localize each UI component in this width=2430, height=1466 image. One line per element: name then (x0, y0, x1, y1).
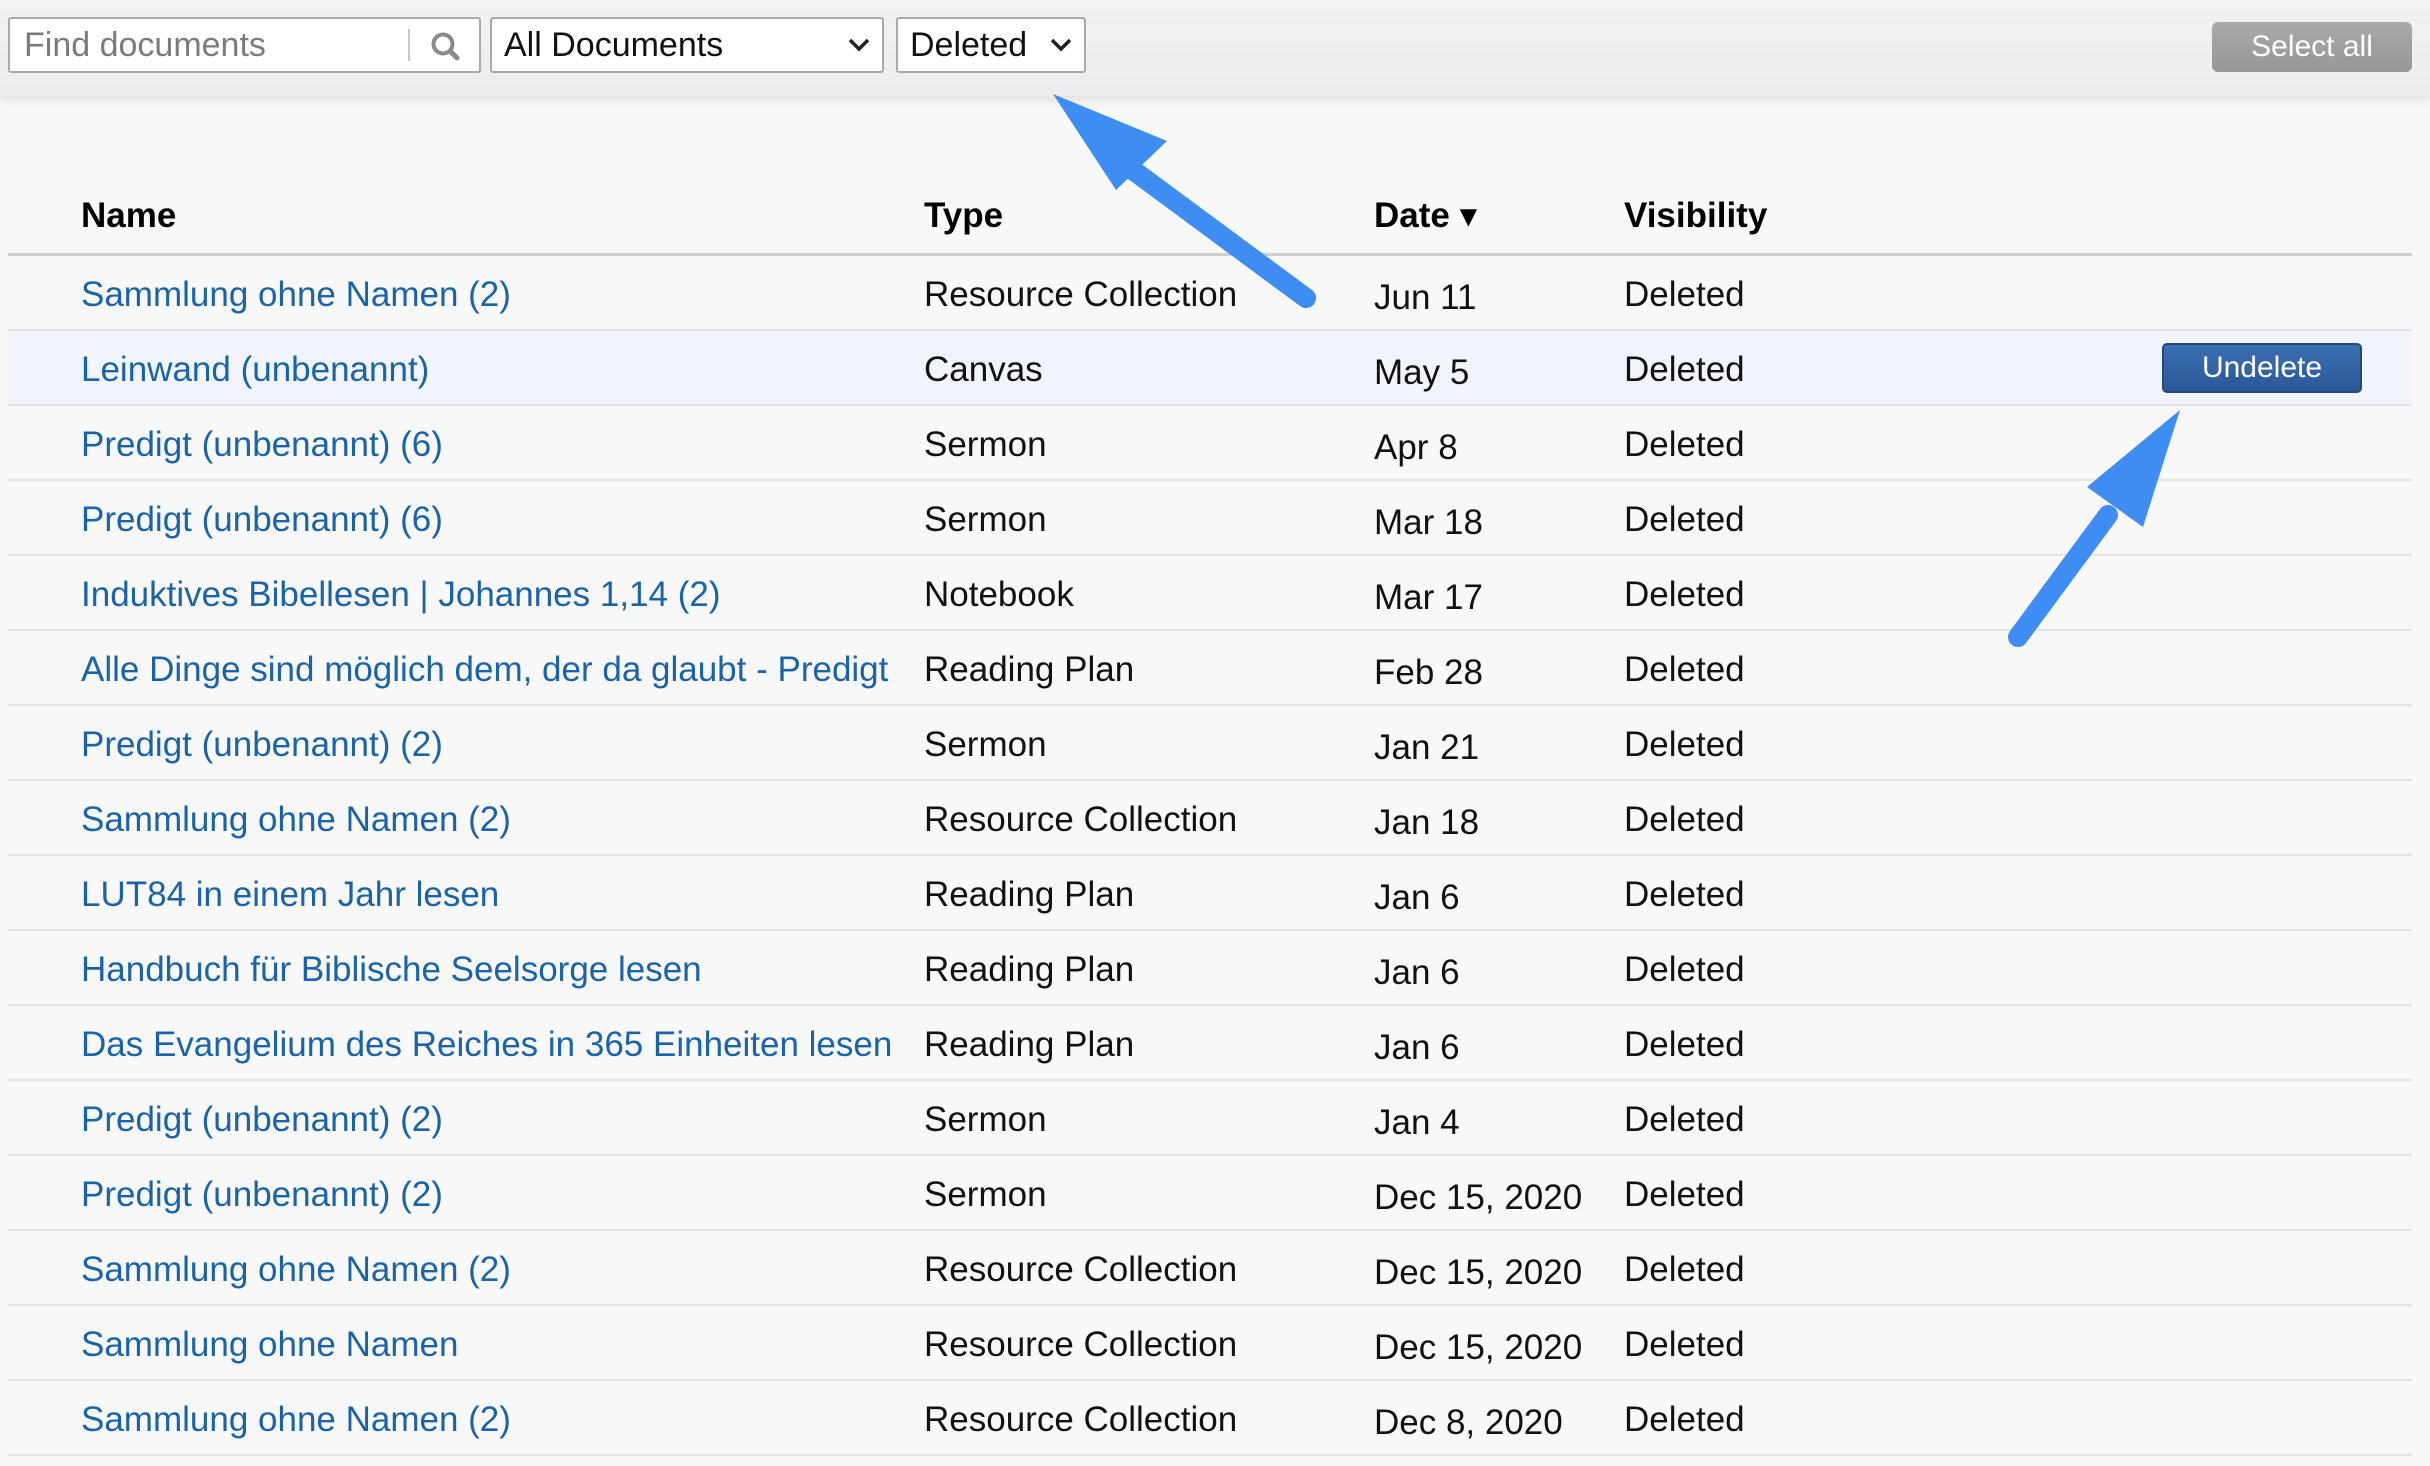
document-visibility: Deleted (1624, 1400, 1745, 1439)
table-row[interactable]: Sammlung ohne Namen (2) Resource Collect… (8, 256, 2412, 331)
document-visibility: Deleted (1624, 650, 1745, 689)
document-type-select[interactable]: All Documents (490, 17, 884, 73)
document-name-link[interactable]: Sammlung ohne Namen (2) (81, 1400, 896, 1440)
document-date: Dec 15, 2020 (1374, 1328, 1583, 1367)
document-type: Resource Collection (924, 1250, 1238, 1289)
document-name-link[interactable]: Predigt (unbenannt) (6) (81, 500, 896, 540)
column-header-date[interactable]: Date ▾ (1374, 196, 1477, 236)
document-name-link[interactable]: Predigt (unbenannt) (6) (81, 425, 896, 465)
document-type: Sermon (924, 425, 1047, 464)
document-visibility: Deleted (1624, 1325, 1745, 1364)
document-visibility: Deleted (1624, 350, 1745, 389)
document-visibility: Deleted (1624, 1250, 1745, 1289)
document-date: Jan 18 (1374, 803, 1480, 842)
document-date: Apr 8 (1374, 428, 1458, 467)
document-visibility: Deleted (1624, 950, 1745, 989)
table-row[interactable]: Das Evangelium des Reiches in 365 Einhei… (8, 1006, 2412, 1081)
table-row[interactable]: Handbuch für Biblische Seelsorge lesen R… (8, 931, 2412, 1006)
document-type: Resource Collection (924, 1325, 1238, 1364)
document-name-link[interactable]: Sammlung ohne Namen (81, 1325, 896, 1365)
document-name-link[interactable]: Predigt (unbenannt) (2) (81, 725, 896, 765)
document-type: Reading Plan (924, 1025, 1135, 1064)
document-date: Feb 28 (1374, 653, 1483, 692)
document-name-link[interactable]: Predigt (unbenannt) (2) (81, 1175, 896, 1215)
document-date: Jan 6 (1374, 878, 1460, 917)
chevron-down-icon (848, 38, 870, 52)
document-visibility: Deleted (1624, 1025, 1745, 1064)
table-row[interactable]: Predigt (unbenannt) (6) Sermon Apr 8 Del… (8, 406, 2412, 481)
document-visibility: Deleted (1624, 875, 1745, 914)
document-visibility: Deleted (1624, 575, 1745, 614)
document-date: Jan 6 (1374, 953, 1460, 992)
document-date: Jan 6 (1374, 1028, 1460, 1067)
document-type: Resource Collection (924, 800, 1238, 839)
table-row[interactable]: Sammlung ohne Namen Resource Collection … (8, 1306, 2412, 1381)
document-date: Jan 4 (1374, 1103, 1460, 1142)
document-type: Sermon (924, 500, 1047, 539)
document-visibility: Deleted (1624, 1175, 1745, 1214)
table-row[interactable]: Predigt (unbenannt) (2) Sermon Jan 21 De… (8, 706, 2412, 781)
document-date: Jun 11 (1374, 278, 1477, 317)
status-filter-select[interactable]: Deleted (896, 17, 1086, 73)
document-date: Dec 15, 2020 (1374, 1178, 1583, 1217)
table-row[interactable]: Induktives Bibellesen | Johannes 1,14 (2… (8, 556, 2412, 631)
document-visibility: Deleted (1624, 800, 1745, 839)
document-type-value: All Documents (504, 26, 724, 64)
document-type: Notebook (924, 575, 1074, 614)
document-visibility: Deleted (1624, 725, 1745, 764)
column-header-type[interactable]: Type (924, 196, 1003, 236)
document-date: Dec 15, 2020 (1374, 1253, 1583, 1292)
document-visibility: Deleted (1624, 500, 1745, 539)
search-box (8, 17, 481, 73)
document-name-link[interactable]: Sammlung ohne Namen (2) (81, 275, 896, 315)
document-date: Jan 21 (1374, 728, 1480, 767)
document-type: Sermon (924, 1175, 1047, 1214)
document-date: Mar 17 (1374, 578, 1483, 617)
status-filter-value: Deleted (910, 26, 1028, 64)
document-type: Reading Plan (924, 875, 1135, 914)
document-type: Resource Collection (924, 1400, 1238, 1439)
chevron-down-icon (1050, 38, 1072, 52)
table-row[interactable]: Sammlung ohne Namen (2) Resource Collect… (8, 781, 2412, 856)
document-visibility: Deleted (1624, 425, 1745, 464)
document-name-link[interactable]: Sammlung ohne Namen (2) (81, 1250, 896, 1290)
document-name-link[interactable]: Handbuch für Biblische Seelsorge lesen (81, 950, 896, 990)
toolbar: All Documents Deleted Select all (0, 0, 2430, 96)
document-name-link[interactable]: Leinwand (unbenannt) (81, 350, 896, 390)
document-date: Mar 18 (1374, 503, 1483, 542)
document-name-link[interactable]: Alle Dinge sind möglich dem, der da glau… (81, 650, 896, 690)
table-row[interactable]: Predigt (unbenannt) (2) Sermon Dec 15, 2… (8, 1156, 2412, 1231)
column-header-name[interactable]: Name (81, 196, 176, 236)
table-row[interactable]: Sammlung ohne Namen (2) Resource Collect… (8, 1231, 2412, 1306)
document-type: Reading Plan (924, 950, 1135, 989)
table-row[interactable]: Predigt (unbenannt) (2) Sermon Jan 4 Del… (8, 1081, 2412, 1156)
document-visibility: Deleted (1624, 1100, 1745, 1139)
document-type: Reading Plan (924, 650, 1135, 689)
document-type: Resource Collection (924, 275, 1238, 314)
document-type: Canvas (924, 350, 1043, 389)
document-name-link[interactable]: Sammlung ohne Namen (2) (81, 800, 896, 840)
document-date: May 5 (1374, 353, 1470, 392)
document-visibility: Deleted (1624, 275, 1745, 314)
search-icon[interactable] (418, 23, 474, 67)
document-name-link[interactable]: Induktives Bibellesen | Johannes 1,14 (2… (81, 575, 896, 615)
table-row[interactable]: Predigt (unbenannt) (6) Sermon Mar 18 De… (8, 481, 2412, 556)
document-name-link[interactable]: LUT84 in einem Jahr lesen (81, 875, 896, 915)
table-row[interactable]: LUT84 in einem Jahr lesen Reading Plan J… (8, 856, 2412, 931)
column-header-visibility[interactable]: Visibility (1624, 196, 1767, 236)
table-row-selected[interactable]: Leinwand (unbenannt) Canvas May 5 Delete… (8, 331, 2412, 406)
search-divider (408, 29, 410, 61)
select-all-button[interactable]: Select all (2212, 22, 2412, 72)
table-row[interactable]: Alle Dinge sind möglich dem, der da glau… (8, 631, 2412, 706)
document-name-link[interactable]: Predigt (unbenannt) (2) (81, 1100, 896, 1140)
document-type: Sermon (924, 725, 1047, 764)
document-name-link[interactable]: Das Evangelium des Reiches in 365 Einhei… (81, 1025, 896, 1065)
undelete-button[interactable]: Undelete (2162, 343, 2362, 393)
table-row[interactable]: Sammlung ohne Namen (2) Resource Collect… (8, 1381, 2412, 1456)
document-type: Sermon (924, 1100, 1047, 1139)
table-header: Name Type Date ▾ Visibility (8, 180, 2412, 256)
search-input[interactable] (10, 19, 408, 71)
document-date: Dec 8, 2020 (1374, 1403, 1563, 1442)
